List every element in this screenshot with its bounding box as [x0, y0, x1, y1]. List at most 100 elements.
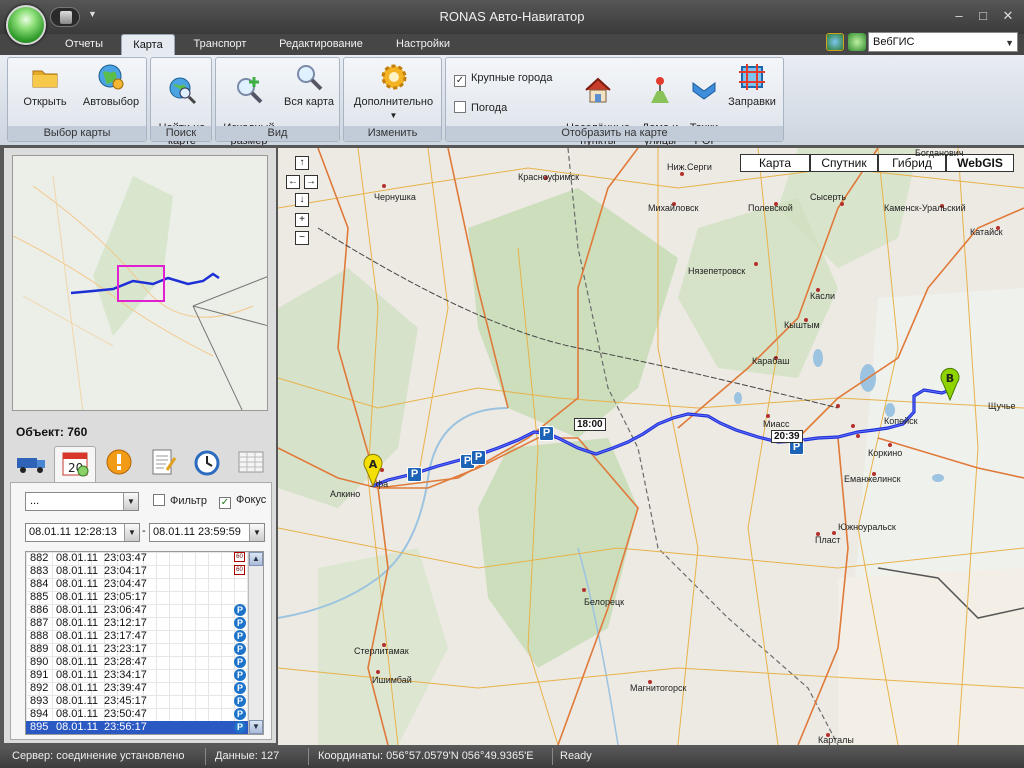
maptype-map[interactable]: Карта: [740, 154, 810, 172]
status-coordinates: Координаты: 056°57.0579'N 056°49.9365'E: [318, 750, 534, 762]
open-map-label: Открыть: [23, 96, 67, 108]
log-cell-n: 882: [30, 552, 49, 564]
house-icon: [585, 77, 611, 103]
poi-icon: [692, 82, 716, 100]
city-label: Полевской: [748, 203, 793, 213]
end-marker-icon[interactable]: B: [940, 367, 960, 401]
date-from-input[interactable]: 08.01.11 12:28:13 ▼: [25, 523, 140, 542]
tab-transport-icon[interactable]: [10, 446, 52, 482]
status-separator: [308, 748, 309, 765]
log-cell-n: 888: [30, 630, 49, 642]
chevron-down-icon[interactable]: ▼: [249, 524, 264, 541]
chevron-down-icon[interactable]: ▼: [123, 493, 138, 510]
checkbox-box: [153, 494, 165, 506]
open-map-button[interactable]: Открыть: [12, 62, 78, 109]
focus-checkbox[interactable]: ✓ Фокус: [219, 494, 266, 509]
log-row[interactable]: 886 08.01.11 23:06:47 P: [26, 604, 248, 617]
parking-badge-icon: P: [234, 630, 246, 642]
log-cell-d: 08.01.11: [56, 591, 99, 603]
log-row[interactable]: 895 08.01.11 23:56:17 P: [26, 721, 248, 734]
group-title: Поиск: [151, 126, 211, 141]
log-row[interactable]: 883 08.01.11 23:04:17 60: [26, 565, 248, 578]
zoom-out-icon[interactable]: −: [295, 231, 309, 245]
parking-marker[interactable]: P: [407, 467, 422, 482]
tab-map[interactable]: Карта: [121, 34, 175, 55]
parking-marker[interactable]: P: [539, 426, 554, 441]
log-row[interactable]: 888 08.01.11 23:17:47 P: [26, 630, 248, 643]
start-marker-icon[interactable]: A: [363, 453, 383, 487]
parking-badge-icon: P: [234, 682, 246, 694]
log-row[interactable]: 892 08.01.11 23:39:47 P: [26, 682, 248, 695]
tab-settings[interactable]: Настройки: [383, 34, 463, 55]
tab-transport[interactable]: Транспорт: [183, 34, 257, 55]
speed-badge-icon: 60: [234, 552, 245, 562]
start-marker-letter: A: [369, 458, 378, 471]
log-scrollbar[interactable]: ▲ ▼: [248, 552, 263, 734]
whole-map-button[interactable]: Вся карта: [280, 62, 338, 109]
log-cell-t: 23:50:47: [104, 708, 147, 720]
tab-calendar-icon[interactable]: 20: [54, 446, 96, 482]
pan-up-icon[interactable]: ↑: [295, 156, 309, 170]
pan-right-icon[interactable]: →: [304, 175, 318, 189]
minimize-button[interactable]: –: [950, 8, 968, 23]
log-panel: ... ▼ Фильтр ✓ Фокус 08.01.11 12:28:13 ▼ - …: [10, 482, 272, 740]
filter-checkbox[interactable]: Фильтр: [153, 494, 207, 507]
log-cell-t: 23:23:17: [104, 643, 147, 655]
time-label: 20:39: [771, 430, 803, 443]
log-row[interactable]: 887 08.01.11 23:12:17 P: [26, 617, 248, 630]
application-menu-button[interactable]: [6, 5, 46, 45]
tab-reports[interactable]: Отчеты: [54, 34, 114, 55]
major-cities-checkbox[interactable]: ✓ Крупные города: [454, 72, 552, 87]
log-row[interactable]: 882 08.01.11 23:03:47 60: [26, 552, 248, 565]
map-source-value: ВебГИС: [873, 36, 915, 48]
pan-left-icon[interactable]: ←: [286, 175, 300, 189]
date-to-value: 08.01.11 23:59:59: [153, 526, 241, 538]
date-to-input[interactable]: 08.01.11 23:59:59 ▼: [149, 523, 265, 542]
end-marker-letter: B: [946, 372, 954, 385]
parking-marker[interactable]: P: [471, 450, 486, 465]
tab-alert-icon[interactable]: [98, 446, 140, 482]
log-row[interactable]: 891 08.01.11 23:34:17 P: [26, 669, 248, 682]
zoom-in-icon[interactable]: +: [295, 213, 309, 227]
refresh-icon[interactable]: [848, 33, 866, 51]
report-icon: [152, 449, 177, 475]
pan-down-icon[interactable]: ↓: [295, 193, 309, 207]
maptype-satellite[interactable]: Спутник: [810, 154, 878, 172]
fuel-stations-button[interactable]: Заправки: [724, 62, 780, 109]
scroll-up-icon[interactable]: ▲: [249, 552, 263, 566]
tab-editing[interactable]: Редактирование: [266, 34, 376, 55]
log-cell-d: 08.01.11: [56, 708, 99, 720]
log-row[interactable]: 889 08.01.11 23:23:17 P: [26, 643, 248, 656]
chevron-down-icon[interactable]: ▼: [124, 524, 139, 541]
weather-checkbox[interactable]: Погода: [454, 101, 507, 114]
scroll-down-icon[interactable]: ▼: [249, 720, 263, 734]
tab-clock-icon[interactable]: [186, 446, 228, 482]
checkmark-icon: ✓: [219, 497, 231, 509]
globe-icon[interactable]: [826, 33, 844, 51]
log-row[interactable]: 893 08.01.11 23:45:17 P: [26, 695, 248, 708]
overview-minimap[interactable]: [12, 155, 268, 411]
maximize-button[interactable]: □: [974, 8, 992, 23]
minimap-canvas: [13, 156, 267, 410]
log-cell-t: 23:34:17: [104, 669, 147, 681]
city-label: Белорецк: [584, 597, 625, 607]
map-view[interactable]: Карта Спутник Гибрид WebGIS ↑ ← → ↓ + − …: [278, 148, 1024, 745]
auto-select-button[interactable]: Автовыбор: [78, 62, 144, 109]
log-row[interactable]: 890 08.01.11 23:28:47 P: [26, 656, 248, 669]
status-separator: [552, 748, 553, 765]
log-cell-d: 08.01.11: [56, 617, 99, 629]
close-button[interactable]: ✕: [999, 8, 1017, 24]
map-source-select[interactable]: ВебГИС ▼: [868, 32, 1018, 52]
log-row[interactable]: 885 08.01.11 23:05:17: [26, 591, 248, 604]
additional-button[interactable]: Дополнительно ▼: [346, 62, 441, 122]
log-table[interactable]: 882 08.01.11 23:03:47 60 883 08.01.11 23:04:17…: [25, 551, 264, 735]
table-icon: [238, 451, 264, 473]
city-label: Ишимбай: [372, 675, 412, 685]
filter-combo[interactable]: ... ▼: [25, 492, 139, 511]
status-server: Сервер: соединение установлено: [12, 750, 185, 762]
tab-report-icon[interactable]: [142, 446, 184, 482]
time-label: 18:00: [574, 418, 606, 431]
log-row[interactable]: 884 08.01.11 23:04:47: [26, 578, 248, 591]
log-row[interactable]: 894 08.01.11 23:50:47 P: [26, 708, 248, 721]
tab-table-icon[interactable]: [230, 446, 272, 482]
